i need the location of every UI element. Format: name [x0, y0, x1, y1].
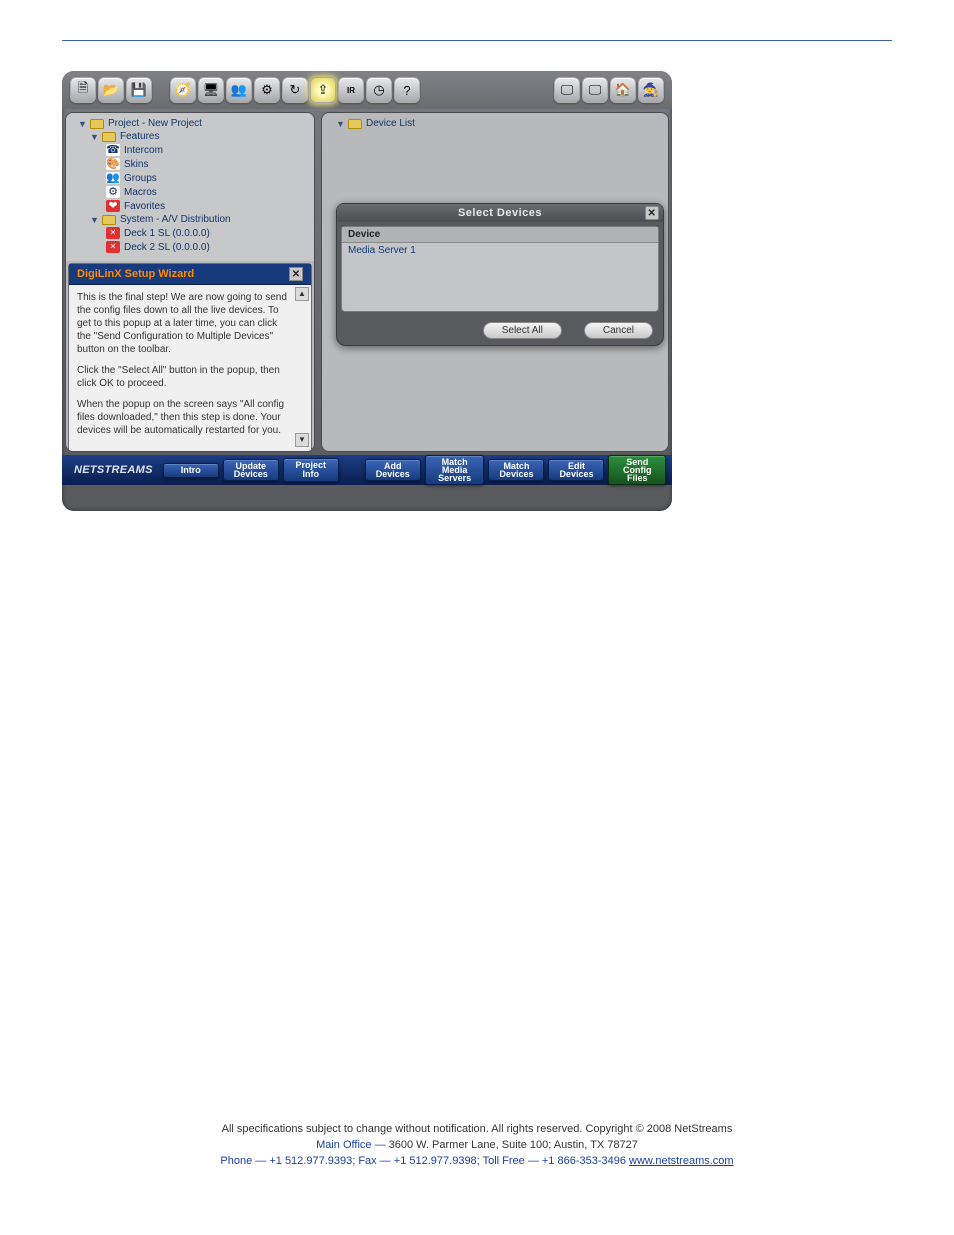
- footer-address: 3600 W. Parmer Lane, Suite 100; Austin, …: [389, 1139, 638, 1151]
- intercom-icon: ☎: [106, 144, 120, 156]
- macros-icon: ⚙: [106, 186, 120, 198]
- send-config-icon[interactable]: ⇪: [310, 77, 336, 103]
- wiz-hat-icon[interactable]: 🧙: [638, 77, 664, 103]
- document-footer: All specifications subject to change wit…: [0, 1121, 954, 1169]
- table-row[interactable]: Media Server 1: [348, 245, 416, 256]
- wizard-title: DigiLinX Setup Wizard: [77, 268, 194, 280]
- intro-button[interactable]: Intro: [163, 463, 219, 478]
- app-window: 🗎 📂 💾 🧭 🖥 👥 ⚙ ↻ ⇪ IR ◷ ? 🖵 🖵 🏠 🧙 ▼Projec: [62, 71, 672, 511]
- brand-logo: NETSTREAMS: [68, 464, 159, 476]
- wizard-text: When the popup on the screen says "All c…: [77, 398, 293, 437]
- dialog-title-bar: Select Devices ✕: [337, 204, 663, 222]
- scroll-down-icon[interactable]: ▼: [295, 433, 309, 447]
- open-icon[interactable]: 📂: [98, 77, 124, 103]
- house-icon[interactable]: 🏠: [610, 77, 636, 103]
- bottom-bar: NETSTREAMS Intro UpdateDevices Project I…: [62, 455, 672, 485]
- footer-copyright: All specifications subject to change wit…: [0, 1121, 954, 1137]
- tree-item[interactable]: Groups: [124, 173, 157, 184]
- toolbar-group-file: 🗎 📂 💾: [70, 77, 152, 103]
- edit-devices-button[interactable]: EditDevices: [548, 459, 604, 481]
- groups-icon[interactable]: 👥: [226, 77, 252, 103]
- dialog-table: Device Media Server 1: [341, 226, 659, 312]
- monitor-icon[interactable]: 🖵: [554, 77, 580, 103]
- wizard-body: This is the final step! We are now going…: [69, 285, 311, 449]
- tree-features-label: Features: [120, 131, 159, 142]
- help-icon[interactable]: ?: [394, 77, 420, 103]
- close-icon[interactable]: ✕: [645, 206, 659, 220]
- match-devices-button[interactable]: MatchDevices: [488, 459, 544, 481]
- close-icon[interactable]: ✕: [289, 267, 303, 281]
- wizard-panel: DigiLinX Setup Wizard ✕ This is the fina…: [68, 263, 312, 452]
- toolbar-group-mid: 🧭 🖥 👥 ⚙ ↻ ⇪ IR ◷ ?: [170, 77, 420, 103]
- device-list-tree[interactable]: ▼Device List: [322, 113, 668, 134]
- wizard-text: This is the final step! We are now going…: [77, 291, 293, 356]
- save-icon[interactable]: 💾: [126, 77, 152, 103]
- table-header-device: Device: [342, 227, 658, 243]
- send-config-files-button[interactable]: SendConfig Files: [608, 455, 666, 485]
- folder-icon: [102, 132, 116, 142]
- update-devices-button[interactable]: UpdateDevices: [223, 459, 279, 481]
- tree-system-label: System - A/V Distribution: [120, 214, 231, 225]
- screen-icon[interactable]: 🖵: [582, 77, 608, 103]
- cancel-button[interactable]: Cancel: [584, 322, 653, 339]
- tree-item[interactable]: Intercom: [124, 145, 163, 156]
- match-media-servers-button[interactable]: Match MediaServers: [425, 455, 485, 485]
- footer-link[interactable]: www.netstreams.com: [629, 1155, 734, 1167]
- wizard-text: Click the "Select All" button in the pop…: [77, 364, 293, 390]
- folder-icon: [90, 119, 104, 129]
- tree-root-label: Project - New Project: [108, 118, 202, 129]
- dialog-title: Select Devices: [458, 207, 542, 219]
- tree-item[interactable]: Deck 2 SL (0.0.0.0): [124, 242, 210, 253]
- scroll-up-icon[interactable]: ▲: [295, 287, 309, 301]
- tree-item[interactable]: Macros: [124, 187, 157, 198]
- right-panel: ▼Device List Select Devices ✕ Device Med…: [321, 112, 669, 452]
- groups-icon: 👥: [106, 172, 120, 184]
- new-icon[interactable]: 🗎: [70, 77, 96, 103]
- refresh-icon[interactable]: ↻: [282, 77, 308, 103]
- folder-icon: [102, 215, 116, 225]
- footer-phone-label: Phone — +1 512.977.9393; Fax — +1 512.97…: [220, 1155, 626, 1167]
- toolbar-group-right: 🖵 🖵 🏠 🧙: [554, 77, 664, 103]
- left-panel: ▼Project - New Project ▼Features ☎Interc…: [65, 112, 315, 452]
- device-icon: ✕: [106, 241, 120, 253]
- select-all-button[interactable]: Select All: [483, 322, 562, 339]
- devices-icon[interactable]: 🖥: [198, 77, 224, 103]
- wizard-title-bar: DigiLinX Setup Wizard ✕: [69, 264, 311, 285]
- device-icon: ✕: [106, 227, 120, 239]
- project-tree[interactable]: ▼Project - New Project ▼Features ☎Interc…: [66, 113, 314, 261]
- tree-item[interactable]: Skins: [124, 159, 148, 170]
- device-list-label: Device List: [366, 118, 415, 129]
- skins-icon: 🎨: [106, 158, 120, 170]
- tree-item[interactable]: Deck 1 SL (0.0.0.0): [124, 228, 210, 239]
- select-devices-dialog: Select Devices ✕ Device Media Server 1 S…: [336, 203, 664, 346]
- tree-item[interactable]: Favorites: [124, 201, 165, 212]
- footer-office-label: Main Office —: [316, 1139, 389, 1151]
- clock-icon[interactable]: ◷: [366, 77, 392, 103]
- toolbar: 🗎 📂 💾 🧭 🖥 👥 ⚙ ↻ ⇪ IR ◷ ? 🖵 🖵 🏠 🧙: [62, 71, 672, 109]
- wizard-icon[interactable]: 🧭: [170, 77, 196, 103]
- add-devices-button[interactable]: AddDevices: [365, 459, 421, 481]
- gear-icon[interactable]: ⚙: [254, 77, 280, 103]
- folder-icon: [348, 119, 362, 129]
- wizard-scrollbar[interactable]: ▲ ▼: [295, 287, 309, 447]
- ir-icon[interactable]: IR: [338, 77, 364, 103]
- favorites-icon: ❤: [106, 200, 120, 212]
- project-info-button[interactable]: Project Info: [283, 458, 339, 482]
